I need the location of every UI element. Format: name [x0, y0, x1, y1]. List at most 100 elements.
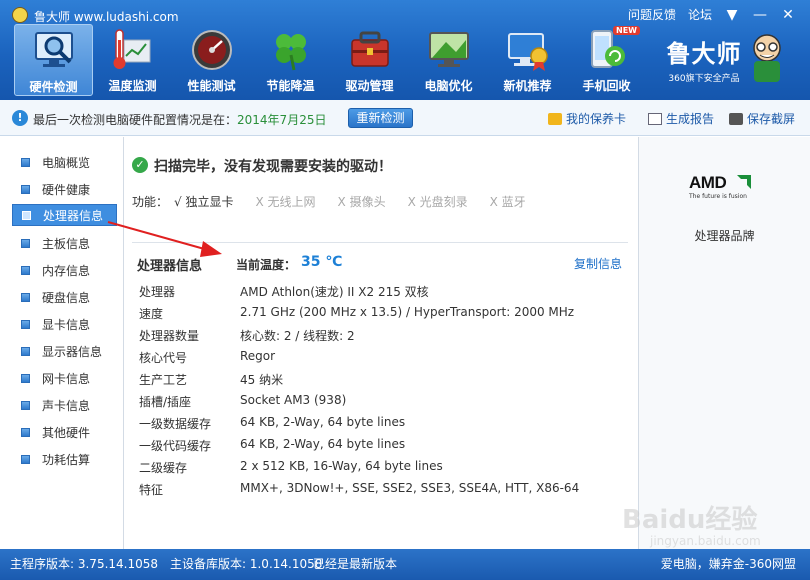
- spec-row: 核心代号 Regor: [139, 349, 275, 371]
- tool-phone-recycle[interactable]: NEW 手机回收: [567, 24, 646, 96]
- program-version: 主程序版本: 3.75.14.1058: [10, 557, 159, 571]
- watermark-sub: jingyan.baidu.com: [649, 534, 761, 548]
- tool-label: 硬件检测: [29, 80, 78, 94]
- tool-performance[interactable]: 性能测试: [172, 24, 251, 96]
- spec-value: AMD Athlon(速龙) II X2 215 双核: [240, 285, 429, 299]
- sidebar-item-network[interactable]: 网卡信息: [12, 367, 117, 389]
- pc-badge-icon: [508, 33, 548, 71]
- sidebar-item-memory[interactable]: 内存信息: [12, 259, 117, 281]
- speedometer-icon: [192, 30, 232, 70]
- bullet-icon: [21, 319, 30, 329]
- bullet-icon: [21, 400, 30, 410]
- sidebar-item-monitor[interactable]: 显示器信息: [12, 340, 117, 362]
- bullet-icon: [21, 238, 30, 248]
- clover-icon: [276, 34, 306, 71]
- sidebar-item-disk[interactable]: 硬盘信息: [12, 286, 117, 308]
- sidebar-item-label: 显示器信息: [42, 344, 103, 359]
- sidebar-item-label: 功耗估算: [42, 452, 91, 467]
- spec-row: 插槽/插座 Socket AM3 (938): [139, 393, 346, 415]
- bullet-icon: [22, 210, 31, 220]
- divider: [132, 242, 628, 243]
- sidebar-item-label: 网卡信息: [42, 371, 91, 386]
- sidebar-item-health[interactable]: 硬件健康: [12, 178, 117, 200]
- tool-pc-optimize[interactable]: 电脑优化: [409, 24, 488, 96]
- spec-key: 插槽/插座: [139, 395, 192, 409]
- sidebar-item-label: 声卡信息: [42, 398, 91, 413]
- new-badge: NEW: [613, 26, 640, 35]
- spec-row: 特征 MMX+, 3DNow!+, SSE, SSE2, SSE3, SSE4A,…: [139, 481, 579, 503]
- title-links: 问题反馈 论坛 ▼ — ✕: [628, 6, 796, 23]
- spec-row: 处理器 AMD Athlon(速龙) II X2 215 双核: [139, 283, 429, 305]
- window-title: 鲁大师 www.ludashi.com: [34, 10, 179, 24]
- amd-tagline: The future is fusion: [689, 193, 747, 200]
- menu-button[interactable]: ▼: [724, 7, 740, 23]
- tool-driver-management[interactable]: 驱动管理: [330, 24, 409, 96]
- sidebar-item-sound[interactable]: 声卡信息: [12, 394, 117, 416]
- sidebar-item-motherboard[interactable]: 主板信息: [12, 232, 117, 254]
- sidebar-item-label: 硬件健康: [42, 182, 91, 197]
- bullet-icon: [21, 265, 30, 275]
- amd-logo: AMD: [689, 173, 727, 192]
- sidebar-item-graphics[interactable]: 显卡信息: [12, 313, 117, 335]
- spec-row: 生产工艺 45 纳米: [139, 371, 283, 393]
- function-wireless: X 无线上网: [255, 195, 316, 209]
- scan-result-message: 扫描完毕，没有发现需要安装的驱动！: [154, 159, 392, 175]
- close-button[interactable]: ✕: [780, 7, 796, 23]
- check-icon: ✓: [132, 157, 148, 173]
- generate-report-link[interactable]: 生成报告: [648, 110, 714, 127]
- sidebar: 电脑概览 硬件健康 处理器信息 主板信息 内存信息 硬盘信息 显卡信息 显示器信…: [0, 137, 124, 549]
- spec-value: Socket AM3 (938): [240, 393, 347, 407]
- info-icon: !: [12, 110, 28, 126]
- function-label: 功能：: [132, 195, 169, 209]
- watermark-text: Baidu经验: [622, 504, 757, 535]
- save-screenshot-link[interactable]: 保存截屏: [729, 110, 795, 127]
- spec-value: Regor: [240, 349, 276, 363]
- spec-value: 2 x 512 KB, 16-Way, 64 byte lines: [240, 459, 443, 473]
- tool-temperature[interactable]: 温度监测: [93, 24, 172, 96]
- baidu-watermark: Baidu经验 jingyan.baidu.com: [622, 504, 761, 548]
- tool-label: 新机推荐: [503, 79, 552, 93]
- bullet-icon: [21, 454, 30, 464]
- sidebar-item-other[interactable]: 其他硬件: [12, 421, 117, 443]
- app-header: 鲁大师 www.ludashi.com 问题反馈 论坛 ▼ — ✕ 硬件检测 温…: [0, 0, 810, 100]
- db-version: 主设备库版本: 1.0.14.1058: [170, 557, 323, 571]
- sidebar-item-power[interactable]: 功耗估算: [12, 448, 117, 470]
- recheck-button[interactable]: 重新检测: [348, 108, 413, 128]
- bullet-icon: [21, 427, 30, 437]
- function-optical-burner: X 光盘刻录: [407, 195, 468, 209]
- spec-row: 二级缓存 2 x 512 KB, 16-Way, 64 byte lines: [139, 459, 443, 481]
- tool-new-pc-recommend[interactable]: 新机推荐: [488, 24, 567, 96]
- last-check-text: 最后一次检测电脑硬件配置情况是在：2014年7月25日: [33, 111, 326, 128]
- sidebar-item-cpu[interactable]: 处理器信息: [12, 204, 117, 226]
- sidebar-item-label: 主板信息: [42, 236, 91, 251]
- temperature-label: 当前温度：: [236, 258, 297, 272]
- main-toolbar: 硬件检测 温度监测 性能测试 节能降温 驱动管理 电脑优化 新机推荐 NEW 手…: [14, 24, 646, 96]
- brand-slogan: 360旗下安全产品: [668, 74, 740, 84]
- brand-block: 鲁大师 360旗下安全产品: [664, 34, 744, 84]
- function-list: 功能： √ 独立显卡 X 无线上网 X 摄像头 X 光盘刻录 X 蓝牙: [132, 193, 548, 210]
- tool-energy-saving[interactable]: 节能降温: [251, 24, 330, 96]
- spec-key: 一级数据缓存: [139, 417, 212, 431]
- minimize-button[interactable]: —: [752, 7, 768, 23]
- optimize-screen-icon: [429, 32, 469, 67]
- tool-hardware-detect[interactable]: 硬件检测: [14, 24, 93, 96]
- copy-info-link[interactable]: 复制信息: [574, 255, 622, 272]
- function-bluetooth: X 蓝牙: [489, 195, 526, 209]
- feedback-link[interactable]: 问题反馈: [628, 6, 676, 23]
- vip-card-link[interactable]: 我的保养卡: [548, 110, 626, 127]
- tool-label: 温度监测: [108, 79, 157, 93]
- spec-row: 速度 2.71 GHz (200 MHz x 13.5) / HyperTrans…: [139, 305, 574, 327]
- spec-value: MMX+, 3DNow!+, SSE, SSE2, SSE3, SSE4A, H…: [240, 481, 580, 495]
- spec-value: 核心数: 2 / 线程数: 2: [240, 329, 355, 343]
- section-title: 处理器信息: [137, 259, 203, 274]
- tool-label: 电脑优化: [424, 79, 473, 93]
- sidebar-item-overview[interactable]: 电脑概览: [12, 151, 117, 173]
- spec-key: 一级代码缓存: [139, 439, 212, 453]
- status-right-text: 爱电脑，嫌弃金-360网盟: [660, 557, 796, 571]
- monitor-magnifier-icon: [35, 32, 73, 67]
- forum-link[interactable]: 论坛: [688, 6, 712, 23]
- bullet-icon: [21, 346, 30, 356]
- temperature-value: 35 ℃: [301, 254, 343, 270]
- mascot-icon: [753, 34, 781, 82]
- bullet-icon: [21, 157, 30, 167]
